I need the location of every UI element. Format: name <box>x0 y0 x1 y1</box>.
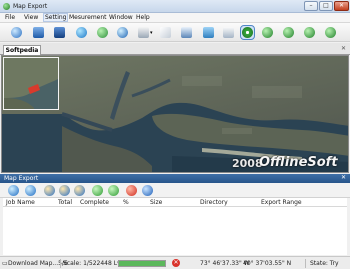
zoom-fit-icon <box>304 27 315 38</box>
zoom-window-button[interactable] <box>324 26 337 39</box>
chevron-down-icon: ▾ <box>150 30 153 36</box>
close-button[interactable]: ✕ <box>334 1 349 11</box>
target-button[interactable] <box>240 25 255 40</box>
col-total[interactable]: Total <box>58 199 72 206</box>
map-view-icon <box>203 27 214 38</box>
menu-setting[interactable]: Setting <box>42 13 69 22</box>
separator <box>305 259 306 268</box>
minimize-button[interactable]: – <box>304 1 318 11</box>
app-icon <box>3 3 10 10</box>
state-status: State: Try <box>310 260 339 267</box>
export-icon <box>76 27 87 38</box>
col-directory[interactable]: Directory <box>200 199 228 206</box>
close-tab-icon[interactable]: ✕ <box>341 45 346 52</box>
open-icon <box>11 27 22 38</box>
draw-button[interactable] <box>159 26 172 39</box>
export-grid-header: Job Name Total Complete % Size Directory… <box>3 198 347 207</box>
tab-softpedia[interactable]: Softpedia <box>3 45 41 55</box>
print-icon <box>223 27 234 38</box>
export-panel-close-icon[interactable]: ✕ <box>341 174 346 181</box>
menu-bar: File View Setting Mesurement Window Help <box>0 13 350 23</box>
export-panel-header: Map Export ✕ <box>0 174 350 183</box>
document-tabs: Softpedia ✕ <box>0 43 350 55</box>
map-view[interactable]: 2008 OfflineSoft <box>1 55 349 173</box>
refresh-button[interactable] <box>96 26 109 39</box>
add-task-icon[interactable] <box>8 185 19 196</box>
zoom-in-button[interactable] <box>261 26 274 39</box>
draw-icon <box>160 27 171 38</box>
menu-help[interactable]: Help <box>136 14 150 21</box>
col-job-name[interactable]: Job Name <box>6 199 35 206</box>
export-grid-body[interactable] <box>3 207 347 255</box>
target-icon <box>242 27 253 38</box>
map-view-button[interactable] <box>202 26 215 39</box>
globe-icon <box>117 27 128 38</box>
down-icon[interactable] <box>108 185 119 196</box>
stop-icon[interactable] <box>126 185 137 196</box>
zoom-window-icon <box>325 27 336 38</box>
download-progress-fill <box>119 261 165 266</box>
save-as-icon <box>54 27 65 38</box>
download-status: Download Map...5/6 <box>8 260 68 267</box>
layers-icon <box>138 27 149 38</box>
col-size[interactable]: Size <box>150 199 162 206</box>
window-title: Map Export <box>13 3 48 10</box>
save-as-button[interactable] <box>53 26 66 39</box>
maximize-button[interactable]: □ <box>319 1 333 11</box>
globe-button[interactable] <box>116 26 129 39</box>
separator <box>60 259 61 268</box>
layers-button[interactable]: ▾ <box>137 26 154 39</box>
delete-icon[interactable] <box>74 185 85 196</box>
menu-view[interactable]: View <box>24 14 38 21</box>
col-percent[interactable]: % <box>123 199 129 206</box>
zoom-in-icon <box>262 27 273 38</box>
up-icon[interactable] <box>92 185 103 196</box>
open-button[interactable] <box>10 26 23 39</box>
latitude-readout: 40° 37'03.55" N <box>243 260 292 267</box>
help-icon[interactable] <box>142 185 153 196</box>
zoom-out-button[interactable] <box>282 26 295 39</box>
download-icon: ▭ <box>2 260 8 267</box>
edit-task-icon[interactable] <box>25 185 36 196</box>
watermark-logo: OfflineSoft <box>259 155 338 170</box>
zoom-fit-button[interactable] <box>303 26 316 39</box>
menu-file[interactable]: File <box>5 14 15 21</box>
main-toolbar: ▾ <box>0 23 350 42</box>
export-toolbar <box>0 183 350 198</box>
export-button[interactable] <box>75 26 88 39</box>
download-progress <box>118 260 166 267</box>
export-panel-title: Map Export <box>4 175 39 182</box>
import-icon[interactable] <box>44 185 55 196</box>
save-icon <box>33 27 44 38</box>
stop-download-icon[interactable]: ✕ <box>172 259 180 267</box>
overview-minimap[interactable] <box>3 57 59 110</box>
title-bar: Map Export – □ ✕ <box>0 0 350 13</box>
overview-map-image <box>4 58 58 109</box>
zoom-out-icon <box>283 27 294 38</box>
export-list-icon[interactable] <box>59 185 70 196</box>
image-button[interactable] <box>180 26 193 39</box>
status-bar: ▭ Download Map...5/6 Scale: 1/522448 Lv:… <box>0 256 350 269</box>
save-button[interactable] <box>32 26 45 39</box>
menu-mesurement[interactable]: Mesurement <box>69 14 107 21</box>
menu-window[interactable]: Window <box>109 14 133 21</box>
refresh-icon <box>97 27 108 38</box>
image-icon <box>181 27 192 38</box>
col-export-range[interactable]: Export Range <box>261 199 302 206</box>
col-complete[interactable]: Complete <box>80 199 109 206</box>
print-button[interactable] <box>222 26 235 39</box>
